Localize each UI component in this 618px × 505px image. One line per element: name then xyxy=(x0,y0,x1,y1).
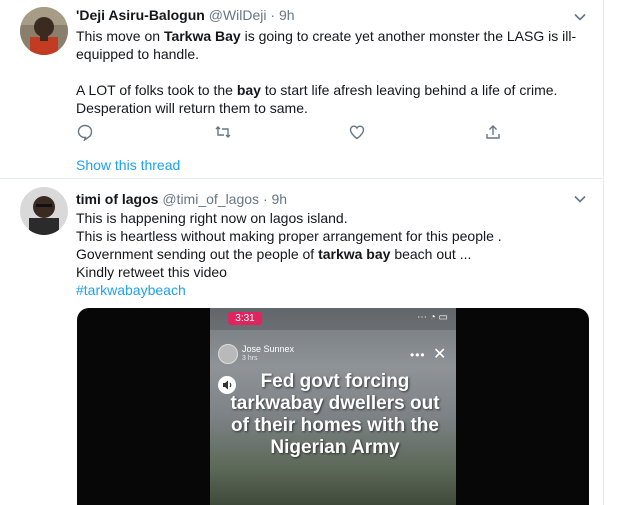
video-player[interactable]: 3:31 ⋯ ◔ ▭ Jose Sunnex 3 hrs ••• ✕ Fed g… xyxy=(77,308,589,505)
video-frame: 3:31 ⋯ ◔ ▭ Jose Sunnex 3 hrs ••• ✕ Fed g… xyxy=(210,308,456,505)
tweet[interactable]: 'Deji Asiru-Balogun @WilDeji · 9h This m… xyxy=(0,0,603,179)
show-thread-link[interactable]: Show this thread xyxy=(76,157,180,173)
tweet-text: This is happening right now on lagos isl… xyxy=(76,209,581,299)
display-name[interactable]: 'Deji Asiru-Balogun xyxy=(76,7,205,23)
video-user-name: Jose Sunnex xyxy=(242,344,295,354)
search-highlight: bay xyxy=(236,82,261,98)
tweet-header: 'Deji Asiru-Balogun @WilDeji · 9h xyxy=(76,6,295,24)
user-handle[interactable]: @WilDeji xyxy=(209,7,267,23)
separator-dot: · xyxy=(270,7,276,23)
tweet-text: This move on Tarkwa Bay is going to crea… xyxy=(76,28,577,116)
timestamp[interactable]: 9h xyxy=(272,191,288,207)
tweet-actions xyxy=(76,123,516,143)
recording-time: 3:31 xyxy=(228,312,262,325)
timestamp[interactable]: 9h xyxy=(279,7,295,23)
video-user-subtext: 3 hrs xyxy=(242,355,258,362)
search-highlight: tarkwa bay xyxy=(318,246,391,262)
reply-icon[interactable] xyxy=(76,123,96,143)
close-icon: ✕ xyxy=(433,346,447,363)
search-highlight: Tarkwa Bay xyxy=(163,28,241,44)
separator-dot: · xyxy=(262,191,268,207)
tweet[interactable]: timi of lagos @timi_of_lagos · 9h This i… xyxy=(0,179,603,505)
chevron-down-icon[interactable] xyxy=(571,190,589,208)
hashtag-link[interactable]: #tarkwabaybeach xyxy=(76,281,581,299)
avatar[interactable] xyxy=(20,187,68,235)
more-icon: ••• xyxy=(410,348,426,362)
chevron-down-icon[interactable] xyxy=(571,8,589,26)
avatar xyxy=(218,344,238,364)
tweet-header: timi of lagos @timi_of_lagos · 9h xyxy=(76,190,287,208)
video-caption: Fed govt forcing tarkwabay dwellers out … xyxy=(230,371,440,458)
timeline: 'Deji Asiru-Balogun @WilDeji · 9h This m… xyxy=(0,0,604,505)
share-icon[interactable] xyxy=(484,123,504,143)
like-icon[interactable] xyxy=(348,123,368,143)
display-name[interactable]: timi of lagos xyxy=(76,191,158,207)
avatar[interactable] xyxy=(20,7,68,55)
status-icons: ⋯ ◔ ▭ xyxy=(416,312,448,323)
user-handle[interactable]: @timi_of_lagos xyxy=(162,191,259,207)
retweet-icon[interactable] xyxy=(214,123,234,143)
